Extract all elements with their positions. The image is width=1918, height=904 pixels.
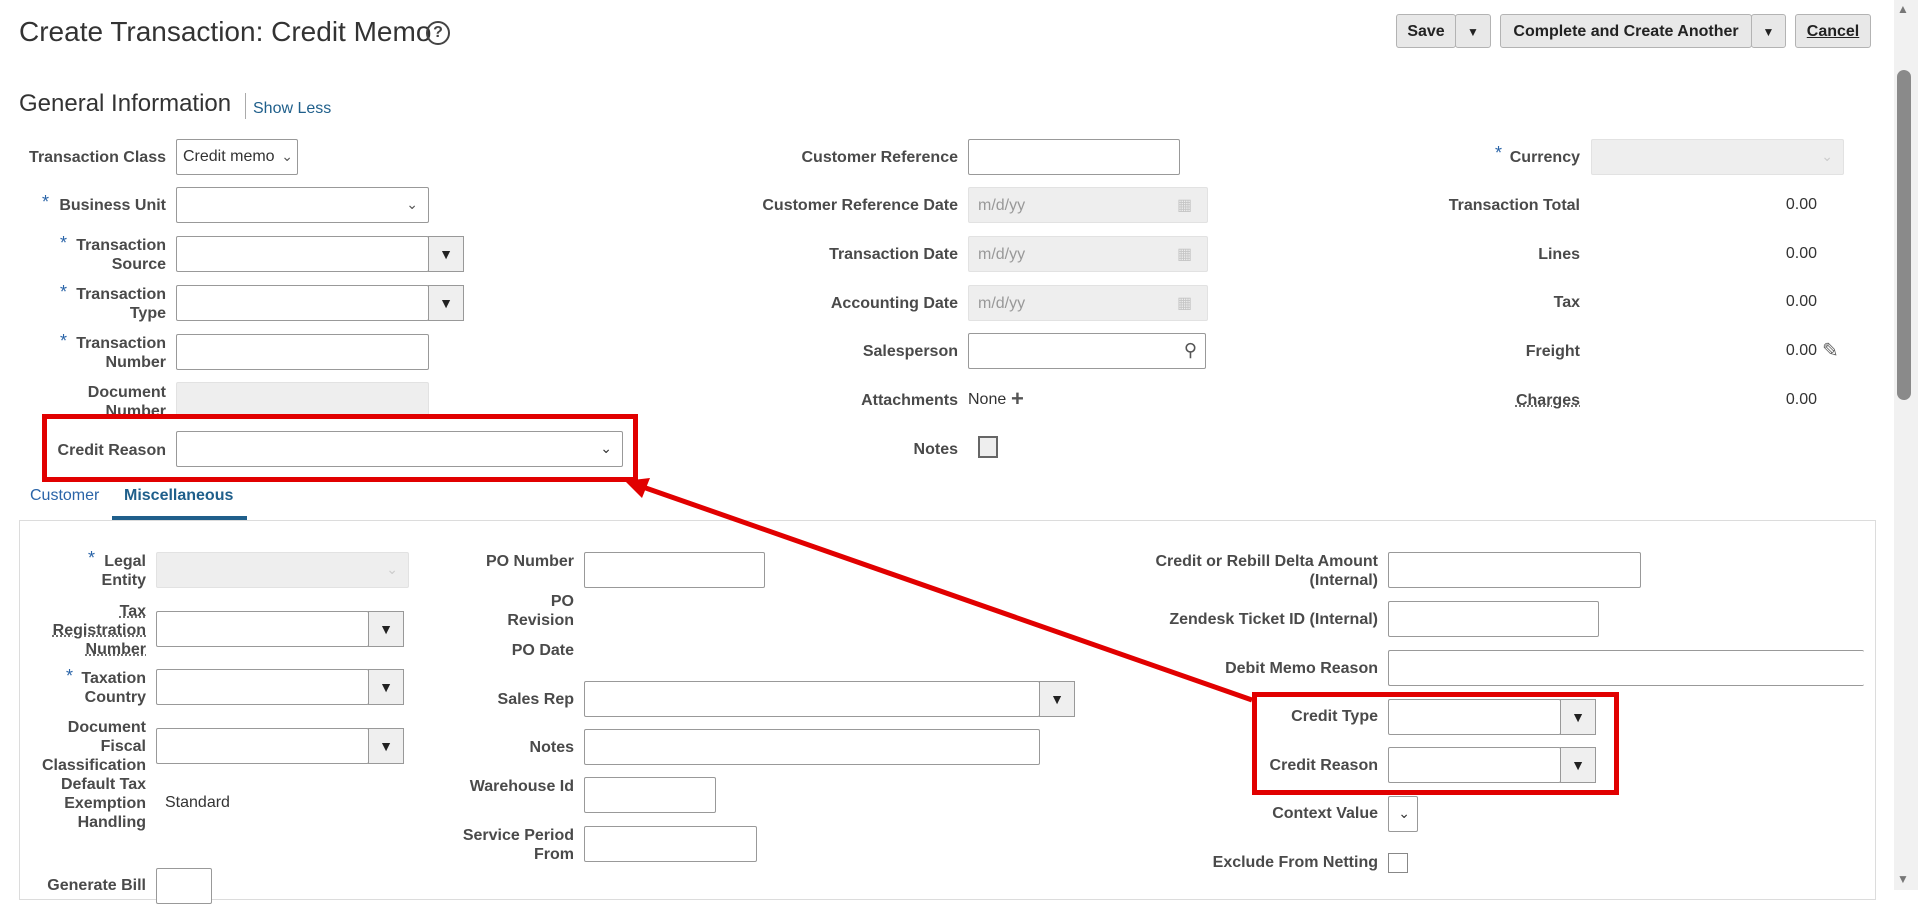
scroll-up-icon[interactable]: ▲: [1897, 2, 1909, 16]
scrollbar-thumb[interactable]: [1897, 70, 1911, 400]
scroll-down-icon[interactable]: ▼: [1897, 872, 1909, 886]
annotation-arrow: [625, 478, 1253, 703]
